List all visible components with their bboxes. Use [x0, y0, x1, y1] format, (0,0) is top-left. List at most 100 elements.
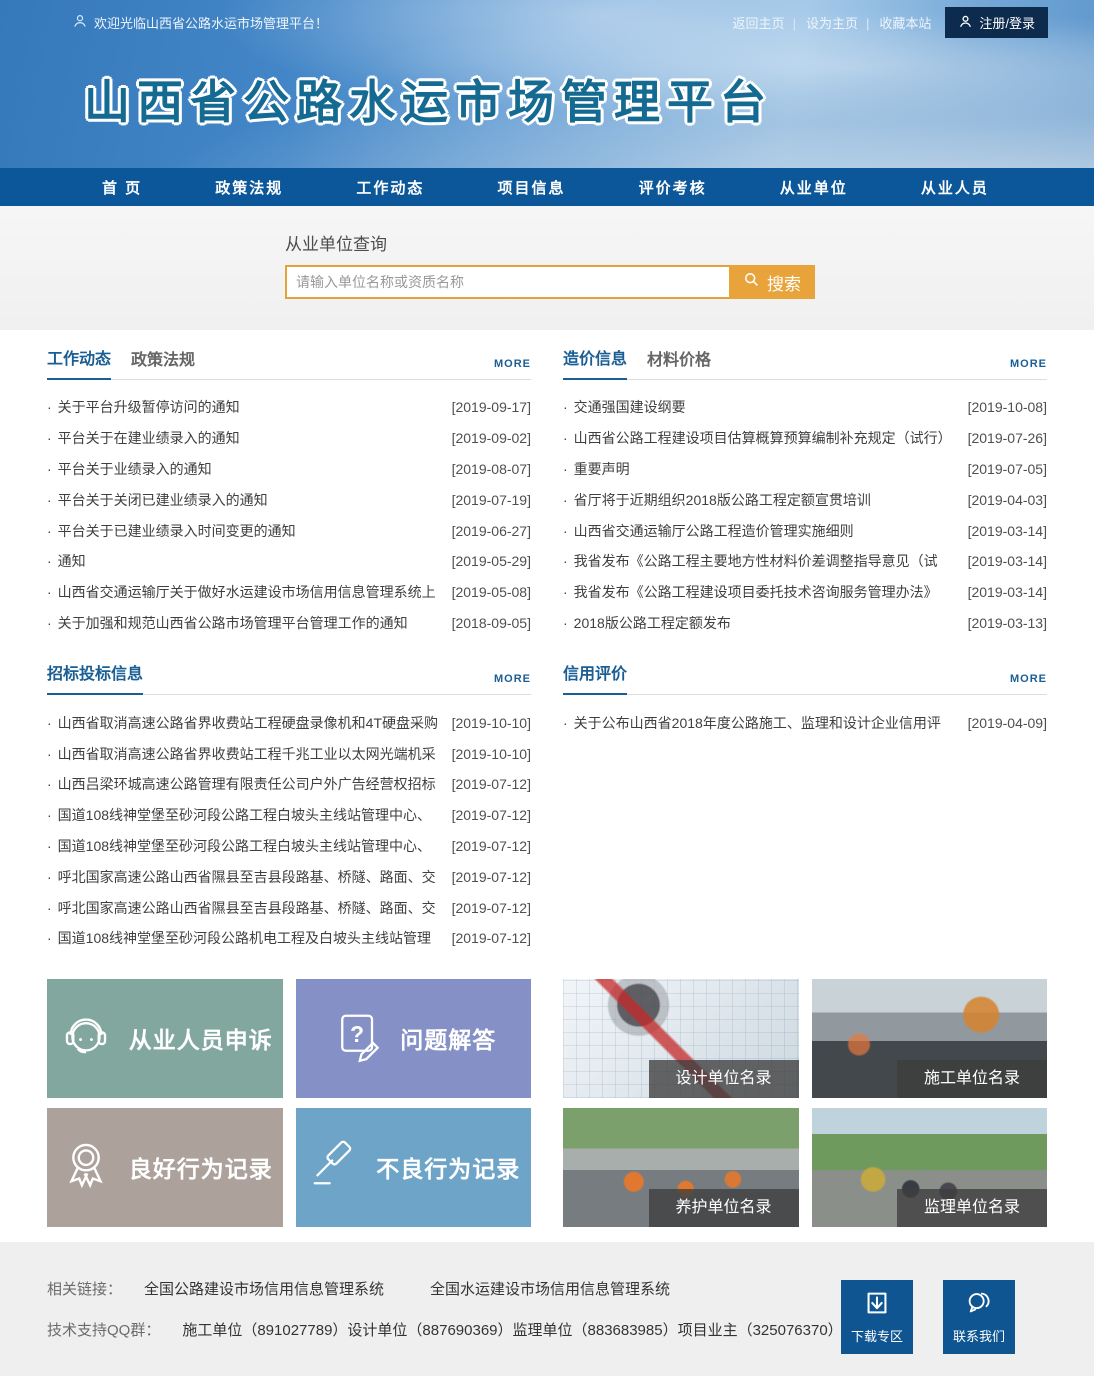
news-item[interactable]: · 山西省取消高速公路省界收费站工程硬盘录像机和4T硬盘采购 [2019-10-…	[47, 707, 531, 738]
news-item[interactable]: · 重要声明 [2019-07-05]	[563, 454, 1047, 485]
news-item[interactable]: · 我省发布《公路工程建设项目委托技术咨询服务管理办法》 [2019-03-14…	[563, 577, 1047, 608]
news-item-title: 平台关于业绩录入的通知	[58, 459, 446, 479]
news-item-title: 省厅将于近期组织2018版公路工程定额宣贯培训	[574, 490, 962, 510]
news-item-title: 山西吕梁环城高速公路管理有限责任公司户外广告经营权招标	[58, 774, 446, 794]
news-item[interactable]: · 国道108线神堂堡至砂河段公路工程白坡头主线站管理中心、 [2019-07-…	[47, 831, 531, 862]
news-item-title: 关于公布山西省2018年度公路施工、监理和设计企业信用评	[574, 713, 962, 733]
more-link-bidding[interactable]: MORE	[494, 673, 531, 694]
tile-good-behavior[interactable]: 良好行为记录	[47, 1108, 283, 1227]
bullet: ·	[47, 807, 52, 823]
contact-us-button[interactable]: 联系我们	[943, 1280, 1015, 1354]
download-icon	[862, 1288, 892, 1321]
register-login-button[interactable]: 注册/登录	[945, 7, 1048, 38]
news-item[interactable]: · 国道108线神堂堡至砂河段公路机电工程及白坡头主线站管理 [2019-07-…	[47, 923, 531, 954]
bullet: ·	[47, 430, 52, 446]
news-item[interactable]: · 山西省交通运输厅公路工程造价管理实施细则 [2019-03-14]	[563, 515, 1047, 546]
news-item[interactable]: · 国道108线神堂堡至砂河段公路工程白坡头主线站管理中心、 [2019-07-…	[47, 800, 531, 831]
news-item[interactable]: · 呼北国家高速公路山西省隰县至吉县段路基、桥隧、路面、交 [2019-07-1…	[47, 861, 531, 892]
nav-item[interactable]: 政策法规	[215, 177, 283, 198]
card-design-directory[interactable]: 设计单位名录	[563, 979, 799, 1098]
news-item[interactable]: · 山西省交通运输厅关于做好水运建设市场信用信息管理系统上 [2019-05-0…	[47, 577, 531, 608]
news-item[interactable]: · 关于公布山西省2018年度公路施工、监理和设计企业信用评 [2019-04-…	[563, 707, 1047, 738]
bullet: ·	[47, 523, 52, 539]
news-item-title: 山西省取消高速公路省界收费站工程硬盘录像机和4T硬盘采购	[58, 713, 446, 733]
nav-item[interactable]: 从业人员	[921, 177, 989, 198]
news-item[interactable]: · 关于平台升级暂停访问的通知 [2019-09-17]	[47, 392, 531, 423]
tile-question-answer[interactable]: ? 问题解答	[296, 979, 532, 1098]
bullet: ·	[563, 584, 568, 600]
tab-work-news[interactable]: 工作动态	[47, 345, 111, 380]
news-item[interactable]: · 呼北国家高速公路山西省隰县至吉县段路基、桥隧、路面、交 [2019-07-1…	[47, 892, 531, 923]
news-item-title: 国道108线神堂堡至砂河段公路机电工程及白坡头主线站管理	[58, 928, 446, 948]
nav-item[interactable]: 首 页	[102, 177, 142, 198]
news-item-title: 呼北国家高速公路山西省隰县至吉县段路基、桥隧、路面、交	[58, 898, 446, 918]
section-credit: 信用评价 MORE · 关于公布山西省2018年度公路施工、监理和设计企业信用评…	[563, 660, 1047, 953]
news-item[interactable]: · 省厅将于近期组织2018版公路工程定额宣贯培训 [2019-04-03]	[563, 484, 1047, 515]
tile-label: 从业人员申诉	[129, 1021, 273, 1055]
news-item[interactable]: · 2018版公路工程定额发布 [2019-03-13]	[563, 608, 1047, 639]
news-item[interactable]: · 山西吕梁环城高速公路管理有限责任公司户外广告经营权招标 [2019-07-1…	[47, 769, 531, 800]
news-item-date: [2019-07-19]	[452, 492, 531, 508]
more-link-credit[interactable]: MORE	[1010, 673, 1047, 694]
news-item-date: [2019-04-09]	[968, 715, 1047, 731]
nav-item[interactable]: 工作动态	[356, 177, 424, 198]
footer-link[interactable]: 全国公路建设市场信用信息管理系统	[144, 1278, 384, 1299]
news-item[interactable]: · 平台关于在建业绩录入的通知 [2019-09-02]	[47, 423, 531, 454]
news-item[interactable]: · 我省发布《公路工程主要地方性材料价差调整指导意见（试 [2019-03-14…	[563, 546, 1047, 577]
nav-item[interactable]: 项目信息	[498, 177, 566, 198]
bullet: ·	[47, 584, 52, 600]
news-item-title: 山西省取消高速公路省界收费站工程千兆工业以太网光端机采	[58, 744, 446, 764]
card-supervision-directory[interactable]: 监理单位名录	[812, 1108, 1048, 1227]
card-maintenance-directory[interactable]: 养护单位名录	[563, 1108, 799, 1227]
bullet: ·	[563, 430, 568, 446]
news-item[interactable]: · 山西省公路工程建设项目估算概算预算编制补充规定（试行） [2019-07-2…	[563, 423, 1047, 454]
news-item[interactable]: · 通知 [2019-05-29]	[47, 546, 531, 577]
bullet: ·	[47, 746, 52, 762]
tile-bad-behavior[interactable]: 不良行为记录	[296, 1108, 532, 1227]
news-item[interactable]: · 平台关于已建业绩录入时间变更的通知 [2019-06-27]	[47, 515, 531, 546]
topbar-link[interactable]: 设为主页	[789, 13, 862, 32]
search-band: 从业单位查询 搜索	[0, 206, 1094, 330]
quick-access-area: 从业人员申诉 ? 问题解答 良好行为记录	[47, 979, 1047, 1227]
tab-policy[interactable]: 政策法规	[131, 346, 195, 379]
welcome-text: 欢迎光临山西省公路水运市场管理平台！	[94, 13, 328, 32]
bullet: ·	[47, 715, 52, 731]
tab-credit[interactable]: 信用评价	[563, 660, 627, 695]
tile-personnel-appeal[interactable]: 从业人员申诉	[47, 979, 283, 1098]
footer-link[interactable]: 全国水运建设市场信用信息管理系统	[430, 1278, 670, 1299]
news-item-title: 国道108线神堂堡至砂河段公路工程白坡头主线站管理中心、	[58, 805, 446, 825]
news-item-date: [2019-05-29]	[452, 553, 531, 569]
tab-bidding[interactable]: 招标投标信息	[47, 660, 143, 695]
news-item[interactable]: · 交通强国建设纲要 [2019-10-08]	[563, 392, 1047, 423]
welcome-area: 欢迎光临山西省公路水运市场管理平台！	[72, 13, 328, 32]
topbar-links: 返回主页设为主页收藏本站	[729, 13, 936, 32]
news-item-title: 山西省交通运输厅公路工程造价管理实施细则	[574, 521, 962, 541]
search-input[interactable]	[285, 265, 729, 299]
news-item-title: 平台关于在建业绩录入的通知	[58, 428, 446, 448]
tab-material-price[interactable]: 材料价格	[647, 346, 711, 379]
topbar: 欢迎光临山西省公路水运市场管理平台！ 返回主页设为主页收藏本站 注册/登录	[0, 0, 1094, 38]
nav-item[interactable]: 评价考核	[639, 177, 707, 198]
bullet: ·	[563, 461, 568, 477]
headset-icon	[57, 1006, 115, 1070]
qq-support-label: 技术支持QQ群：	[47, 1319, 160, 1340]
news-item[interactable]: · 山西省取消高速公路省界收费站工程千兆工业以太网光端机采 [2019-10-1…	[47, 738, 531, 769]
news-item-title: 我省发布《公路工程主要地方性材料价差调整指导意见（试	[574, 551, 962, 571]
news-item-title: 山西省公路工程建设项目估算概算预算编制补充规定（试行）	[574, 428, 962, 448]
bullet: ·	[47, 461, 52, 477]
news-item[interactable]: · 关于加强和规范山西省公路市场管理平台管理工作的通知 [2018-09-05]	[47, 608, 531, 639]
news-item-date: [2019-07-05]	[968, 461, 1047, 477]
nav-item[interactable]: 从业单位	[780, 177, 848, 198]
more-link-cost[interactable]: MORE	[1010, 358, 1047, 379]
news-item[interactable]: · 平台关于业绩录入的通知 [2019-08-07]	[47, 454, 531, 485]
tab-cost-info[interactable]: 造价信息	[563, 345, 627, 380]
bullet: ·	[563, 553, 568, 569]
search-button[interactable]: 搜索	[729, 265, 815, 299]
news-item[interactable]: · 平台关于关闭已建业绩录入的通知 [2019-07-19]	[47, 484, 531, 515]
more-link-work[interactable]: MORE	[494, 358, 531, 379]
card-construction-directory[interactable]: 施工单位名录	[812, 979, 1048, 1098]
download-zone-button[interactable]: 下载专区	[841, 1280, 913, 1354]
news-item-title: 国道108线神堂堡至砂河段公路工程白坡头主线站管理中心、	[58, 836, 446, 856]
topbar-link[interactable]: 收藏本站	[862, 13, 935, 32]
topbar-link[interactable]: 返回主页	[729, 13, 789, 32]
